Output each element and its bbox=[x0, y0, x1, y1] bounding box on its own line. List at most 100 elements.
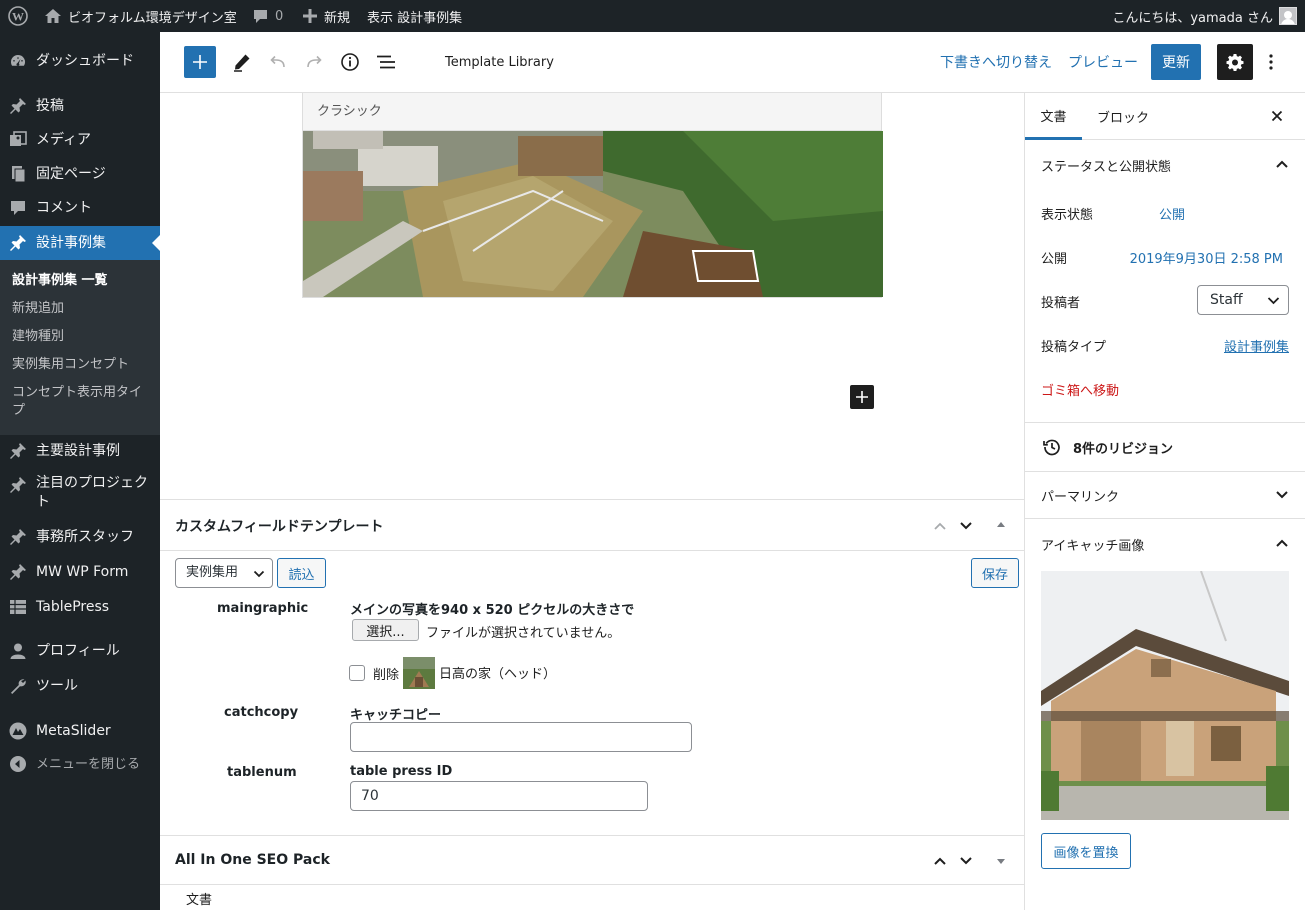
new-content-link[interactable]: 新規 bbox=[302, 0, 350, 32]
redo-icon bbox=[307, 55, 322, 68]
site-name-link[interactable]: ビオフォルム環境デザイン室 bbox=[44, 0, 237, 32]
plus-icon bbox=[193, 55, 207, 69]
my-account[interactable]: こんにちは、yamada さん bbox=[1112, 0, 1297, 32]
sidebar-collapse-menu[interactable]: メニューを閉じる bbox=[0, 752, 160, 776]
document-title[interactable]: Template Library bbox=[445, 48, 554, 76]
redo-button[interactable] bbox=[300, 48, 328, 76]
publish-date[interactable]: 2019年9月30日 2:58 PM bbox=[1130, 248, 1283, 267]
greeting: こんにちは、yamada さん bbox=[1112, 10, 1273, 26]
chevron-up-icon[interactable] bbox=[1275, 157, 1289, 171]
visibility-value[interactable]: 公開 bbox=[1159, 204, 1185, 223]
close-icon[interactable] bbox=[1271, 110, 1283, 122]
media-icon bbox=[10, 131, 27, 146]
maingraphic-description: メインの写真を940 x 520 ピクセルの大きさで bbox=[350, 603, 635, 618]
page-icon bbox=[12, 166, 26, 183]
revisions-link[interactable]: 8件のリビジョン bbox=[1073, 438, 1173, 457]
template-select-value: 実例集用 bbox=[186, 565, 239, 580]
dashboard-icon bbox=[11, 54, 26, 67]
tablenum-input[interactable]: 70 bbox=[350, 781, 648, 811]
delete-checkbox[interactable] bbox=[349, 665, 365, 681]
author-select-value: Staff bbox=[1210, 292, 1243, 308]
sidebar-item-mw-wp-form[interactable]: MW WP Form bbox=[0, 560, 160, 584]
catchcopy-label: catchcopy bbox=[224, 705, 299, 720]
save-button[interactable]: 保存 bbox=[971, 558, 1019, 588]
replace-image-button[interactable]: 画像を置換 bbox=[1041, 833, 1131, 869]
load-button[interactable]: 読込 bbox=[277, 558, 326, 588]
catchcopy-input[interactable] bbox=[350, 722, 692, 752]
sidebar-item-label: 投稿 bbox=[36, 97, 64, 114]
submenu-item-list[interactable]: 設計事例集 一覧 bbox=[12, 272, 154, 290]
comments-count: 0 bbox=[275, 8, 284, 24]
sidebar-item-staff[interactable]: 事務所スタッフ bbox=[0, 525, 160, 549]
post-type-value[interactable]: 設計事例集 bbox=[1224, 336, 1289, 355]
table-icon bbox=[10, 600, 26, 614]
status-panel-title[interactable]: ステータスと公開状態 bbox=[1041, 156, 1289, 175]
comments-link[interactable]: 0 bbox=[252, 0, 283, 32]
add-block-button[interactable] bbox=[184, 46, 216, 78]
sidebar-item-case-studies[interactable]: 設計事例集 bbox=[0, 226, 160, 260]
switch-to-draft-button[interactable]: 下書きへ切り替え bbox=[940, 48, 1052, 76]
chevron-down-icon[interactable] bbox=[959, 519, 973, 533]
sidebar-item-label: コメント bbox=[36, 199, 92, 216]
permalink-panel-title[interactable]: パーマリンク bbox=[1041, 486, 1289, 505]
submenu-item-concept-type[interactable]: コンセプト表示用タイプ bbox=[12, 384, 154, 420]
sidebar-item-comments[interactable]: コメント bbox=[0, 196, 160, 220]
sidebar-item-media[interactable]: メディア bbox=[0, 128, 160, 152]
sidebar-item-featured-projects[interactable]: 注目のプロジェクト bbox=[0, 474, 160, 514]
chevron-down-icon[interactable] bbox=[959, 854, 973, 868]
delete-label: 削除 bbox=[373, 668, 400, 683]
tablenum-label: tablenum bbox=[227, 765, 297, 780]
tab-block[interactable]: ブロック bbox=[1087, 93, 1159, 140]
featured-image-panel-title[interactable]: アイキャッチ画像 bbox=[1041, 535, 1289, 554]
sidebar-item-tools[interactable]: ツール bbox=[0, 674, 160, 698]
undo-button[interactable] bbox=[264, 48, 292, 76]
view-post-link[interactable]: 表示 設計事例集 bbox=[367, 0, 462, 32]
add-block-inline-button[interactable] bbox=[850, 385, 874, 409]
featured-image[interactable] bbox=[1041, 571, 1289, 820]
avatar bbox=[1279, 7, 1297, 25]
settings-button[interactable] bbox=[1217, 44, 1253, 80]
chevron-up-icon[interactable] bbox=[933, 854, 947, 868]
custom-field-title: カスタムフィールドテンプレート bbox=[175, 519, 384, 535]
chevron-up-icon[interactable] bbox=[1275, 536, 1289, 550]
trash-link[interactable]: ゴミ箱へ移動 bbox=[1041, 380, 1289, 399]
submenu-item-add-new[interactable]: 新規追加 bbox=[12, 300, 154, 318]
classic-block[interactable]: クラシック bbox=[302, 93, 883, 298]
breadcrumb[interactable]: 文書 bbox=[186, 889, 212, 908]
preview-button[interactable]: プレビュー bbox=[1068, 48, 1138, 76]
tab-document[interactable]: 文書 bbox=[1025, 93, 1082, 140]
submenu-item-concept[interactable]: 実例集用コンセプト bbox=[12, 356, 154, 374]
author-select[interactable]: Staff bbox=[1197, 285, 1289, 315]
divider bbox=[1025, 422, 1305, 423]
sidebar-item-posts[interactable]: 投稿 bbox=[0, 94, 160, 118]
sidebar-item-label: 主要設計事例 bbox=[36, 442, 120, 459]
wrench-icon bbox=[11, 679, 26, 694]
sidebar-item-main-cases[interactable]: 主要設計事例 bbox=[0, 439, 160, 463]
block-navigation-button[interactable] bbox=[372, 48, 400, 76]
comment-icon bbox=[254, 9, 267, 23]
sidebar-item-label: メディア bbox=[36, 131, 92, 148]
sidebar-item-tablepress[interactable]: TablePress bbox=[0, 595, 160, 619]
more-options-button[interactable] bbox=[1261, 48, 1281, 76]
details-button[interactable] bbox=[336, 48, 364, 76]
template-select[interactable]: 実例集用 bbox=[175, 558, 273, 588]
toggle-arrow-up-icon[interactable] bbox=[996, 520, 1006, 530]
history-icon bbox=[1043, 439, 1060, 456]
tools-button[interactable] bbox=[228, 48, 256, 76]
file-choose-button[interactable]: 選択... bbox=[352, 619, 419, 641]
more-vertical-icon bbox=[1269, 54, 1273, 70]
sidebar-item-label: 設計事例集 bbox=[36, 234, 106, 251]
sidebar-item-pages[interactable]: 固定ページ bbox=[0, 162, 160, 186]
sidebar-item-dashboard[interactable]: ダッシュボード bbox=[0, 49, 160, 73]
pin-icon bbox=[10, 477, 26, 493]
chevron-down-icon[interactable] bbox=[1275, 488, 1289, 502]
wordpress-logo-icon[interactable]: W bbox=[8, 0, 28, 32]
pin-icon bbox=[10, 564, 26, 580]
toggle-arrow-down-icon[interactable] bbox=[996, 856, 1006, 866]
chevron-up-icon[interactable] bbox=[933, 519, 947, 533]
update-button[interactable]: 更新 bbox=[1151, 44, 1201, 80]
sidebar-item-profile[interactable]: プロフィール bbox=[0, 639, 160, 663]
submenu-item-building-type[interactable]: 建物種別 bbox=[12, 328, 154, 346]
site-name: ビオフォルム環境デザイン室 bbox=[68, 10, 237, 26]
sidebar-item-metaslider[interactable]: MetaSlider bbox=[0, 719, 160, 743]
